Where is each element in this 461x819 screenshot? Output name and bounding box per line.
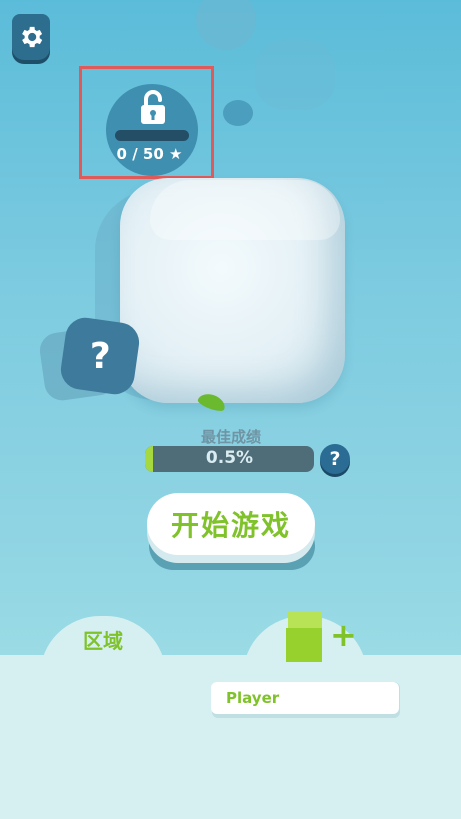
unlock-icon: [141, 90, 165, 124]
settings-button[interactable]: [12, 14, 50, 60]
unlock-panel[interactable]: 0 / 50 ★: [79, 66, 214, 179]
best-score-label: 最佳成绩: [200, 428, 261, 446]
best-score-value: 0.5%: [205, 448, 254, 468]
best-score-bar: 0.5%: [145, 446, 314, 472]
unlock-progress-bar: [115, 130, 189, 141]
cube-highlight: [150, 180, 340, 240]
skin-cube-front: [286, 628, 322, 662]
bg-blob: [255, 40, 335, 110]
tab-zone[interactable]: 区域: [40, 616, 166, 696]
plus-icon[interactable]: +: [330, 619, 357, 651]
mystery-button[interactable]: ?: [58, 315, 142, 397]
bg-blob: [223, 100, 253, 126]
bg-blob: [196, 0, 256, 50]
question-icon: ?: [89, 335, 111, 377]
gear-icon: [22, 26, 43, 48]
help-icon: ?: [329, 448, 341, 470]
start-game-button[interactable]: 开始游戏: [147, 493, 315, 555]
tab-zone-label: 区域: [83, 629, 123, 653]
unlock-progress-text: 0 / 50 ★: [116, 145, 183, 163]
help-button[interactable]: ?: [320, 444, 350, 474]
player-name-field[interactable]: [211, 682, 399, 714]
